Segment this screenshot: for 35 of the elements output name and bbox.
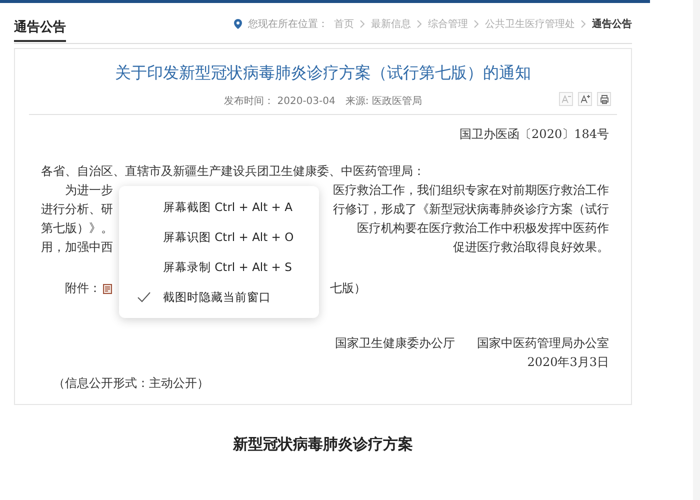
document-date: 2020年3月3日 xyxy=(526,354,610,371)
disclosure-note: （信息公开形式：主动公开） xyxy=(52,375,210,392)
signature: 国家中医药管理局办公室 xyxy=(477,335,609,352)
chevron-right-icon xyxy=(581,20,586,28)
menu-item[interactable]: 屏幕截图 Ctrl + Alt + A xyxy=(119,192,319,222)
document-number: 国卫办医函〔2020〕184号 xyxy=(458,126,610,143)
article-meta: 发布时间： 2020-03-04 xyxy=(224,94,336,108)
body-text: 用，加强中西 xyxy=(41,239,113,256)
attachment-label: 附件： xyxy=(65,280,101,297)
body-text: 促进医疗救治取得良好效果。 xyxy=(453,239,609,256)
breadcrumb-link[interactable]: 通告公告 xyxy=(592,17,632,31)
font-larger-button[interactable] xyxy=(578,92,592,106)
signature: 国家卫生健康委办公厅 xyxy=(335,335,455,352)
menu-item[interactable]: 屏幕录制 Ctrl + Alt + S xyxy=(119,252,319,282)
chevron-right-icon xyxy=(417,20,422,28)
location-pin-icon xyxy=(234,19,242,29)
body-text: 医疗救治工作，我们组织专家在对前期医疗救治工作 xyxy=(333,182,609,199)
body-text: 医疗机构要在医疗救治工作中积极发挥中医药作 xyxy=(357,220,609,237)
attachment-link[interactable]: 七版） xyxy=(330,279,366,298)
location-label: 您现在所在位置： xyxy=(248,18,328,31)
menu-item[interactable]: 屏幕识图 Ctrl + Alt + O xyxy=(119,222,319,252)
print-button[interactable] xyxy=(597,92,611,106)
body-text: 为进一步 xyxy=(64,182,113,199)
article-title: 关于印发新型冠状病毒肺炎诊疗方案（试行第七版）的通知 xyxy=(114,63,532,84)
chevron-right-icon xyxy=(474,20,479,28)
article-meta: 来源: 医政医管局 xyxy=(345,94,422,108)
section-title: 通告公告 xyxy=(14,8,66,42)
file-icon xyxy=(103,284,112,294)
body-text: 行修订，形成了《新型冠状病毒肺炎诊疗方案（试行 xyxy=(333,201,609,218)
body-text: 进行分析、研 xyxy=(41,201,113,218)
chevron-right-icon xyxy=(360,20,365,28)
body-text: 第七版）》。 xyxy=(41,220,113,237)
document-heading: 新型冠状病毒肺炎诊疗方案 xyxy=(232,435,414,454)
menu-item[interactable]: 截图时隐藏当前窗口 xyxy=(119,282,319,312)
salutation: 各省、自治区、直辖市及新疆生产建设兵团卫生健康委、中医药管理局： xyxy=(40,163,426,180)
